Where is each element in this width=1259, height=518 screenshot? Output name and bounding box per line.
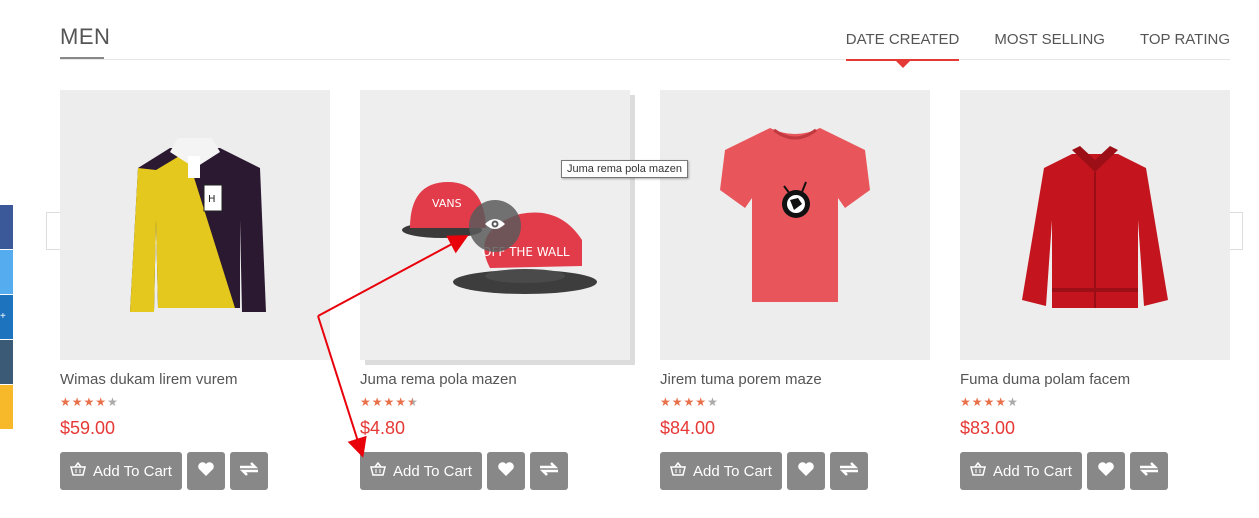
google-plus-share-button[interactable]: + xyxy=(0,295,13,339)
star-icon: ★ xyxy=(395,395,407,409)
star-icon: ★ xyxy=(383,395,395,409)
compare-arrows-icon xyxy=(838,461,860,482)
star-icon: ★ xyxy=(671,395,683,409)
wishlist-button[interactable] xyxy=(187,452,225,490)
heart-icon xyxy=(797,461,815,482)
product-card: Fuma duma polam facem ★ ★ ★ ★ ★ $83.00 Add T… xyxy=(960,90,1230,490)
tab-top-rating[interactable]: TOP RATING xyxy=(1140,31,1230,61)
star-icon: ★ xyxy=(1007,395,1018,409)
star-icon: ★ xyxy=(83,395,95,409)
product-image[interactable] xyxy=(660,90,930,360)
product-image[interactable] xyxy=(960,90,1230,360)
compare-arrows-icon xyxy=(1138,461,1160,482)
product-price: $84.00 xyxy=(660,418,716,438)
heart-icon xyxy=(197,461,215,482)
star-icon: ★ xyxy=(360,395,371,409)
tab-date-created[interactable]: DATE CREATED xyxy=(845,31,960,68)
star-icon: ★ xyxy=(95,395,107,409)
star-icon: ★ xyxy=(707,395,718,409)
basket-icon xyxy=(970,461,986,480)
tshirt-image xyxy=(720,128,870,302)
email-share-button[interactable] xyxy=(0,385,13,429)
star-icon: ★ xyxy=(60,395,71,409)
star-icon: ★ xyxy=(107,395,118,409)
product-price: $59.00 xyxy=(60,418,116,438)
heart-icon xyxy=(1097,461,1115,482)
basket-icon xyxy=(370,461,386,480)
svg-text:VANS: VANS xyxy=(432,197,462,210)
product-name[interactable]: Juma rema pola mazen xyxy=(360,371,630,389)
compare-arrows-icon xyxy=(238,461,260,482)
add-to-cart-label: Add To Cart xyxy=(693,462,772,480)
section-title: MEN xyxy=(60,24,111,49)
wishlist-button[interactable] xyxy=(1087,452,1125,490)
star-icon: ★ xyxy=(660,395,671,409)
rating-stars: ★ ★ ★ ★ ★ xyxy=(360,396,630,408)
wishlist-button[interactable] xyxy=(787,452,825,490)
sort-tabs: DATE CREATED MOST SELLING TOP RATING xyxy=(811,31,1230,68)
product-price: $83.00 xyxy=(960,418,1016,438)
star-icon: ★ xyxy=(407,395,418,409)
linkedin-share-button[interactable] xyxy=(0,340,13,384)
polo-shirt-image: H xyxy=(130,138,266,312)
basket-icon xyxy=(70,461,86,480)
heart-icon xyxy=(497,461,515,482)
star-icon: ★ xyxy=(995,395,1007,409)
twitter-share-button[interactable] xyxy=(0,250,13,294)
tab-most-selling[interactable]: MOST SELLING xyxy=(994,31,1105,61)
star-icon: ★ xyxy=(695,395,707,409)
compare-arrows-icon xyxy=(538,461,560,482)
compare-button[interactable] xyxy=(830,452,868,490)
add-to-cart-label: Add To Cart xyxy=(93,462,172,480)
compare-button[interactable] xyxy=(530,452,568,490)
product-name[interactable]: Fuma duma polam facem xyxy=(960,371,1230,389)
star-icon: ★ xyxy=(960,395,971,409)
product-price: $4.80 xyxy=(360,418,406,438)
compare-button[interactable] xyxy=(230,452,268,490)
wishlist-button[interactable] xyxy=(487,452,525,490)
svg-text:H: H xyxy=(208,194,216,205)
add-to-cart-button[interactable]: Add To Cart xyxy=(360,452,482,490)
star-icon: ★ xyxy=(971,395,983,409)
product-card: VANS OFF THE WALL Juma rema pola mazen ★… xyxy=(360,90,630,490)
add-to-cart-label: Add To Cart xyxy=(393,462,472,480)
product-card: Jirem tuma porem maze ★ ★ ★ ★ ★ $84.00 Add T… xyxy=(660,90,930,490)
star-icon: ★ xyxy=(371,395,383,409)
add-to-cart-label: Add To Cart xyxy=(993,462,1072,480)
product-tooltip: Juma rema pola mazen xyxy=(561,160,688,178)
product-card: H Wimas dukam lirem vurem ★ ★ ★ ★ ★ $59.00 A… xyxy=(60,90,330,490)
basket-icon xyxy=(670,461,686,480)
add-to-cart-button[interactable]: Add To Cart xyxy=(660,452,782,490)
rating-stars: ★ ★ ★ ★ ★ xyxy=(660,396,930,408)
facebook-share-button[interactable] xyxy=(0,205,13,249)
jacket-image xyxy=(1022,146,1168,308)
add-to-cart-button[interactable]: Add To Cart xyxy=(60,452,182,490)
star-icon: ★ xyxy=(71,395,83,409)
product-image[interactable]: H xyxy=(60,90,330,360)
product-name[interactable]: Jirem tuma porem maze xyxy=(660,371,930,389)
star-icon: ★ xyxy=(983,395,995,409)
compare-button[interactable] xyxy=(1130,452,1168,490)
star-icon: ★ xyxy=(683,395,695,409)
rating-stars: ★ ★ ★ ★ ★ xyxy=(960,396,1230,408)
add-to-cart-button[interactable]: Add To Cart xyxy=(960,452,1082,490)
eye-icon xyxy=(484,217,506,236)
quick-view-button[interactable] xyxy=(469,200,521,252)
product-name[interactable]: Wimas dukam lirem vurem xyxy=(60,371,330,389)
rating-stars: ★ ★ ★ ★ ★ xyxy=(60,396,330,408)
